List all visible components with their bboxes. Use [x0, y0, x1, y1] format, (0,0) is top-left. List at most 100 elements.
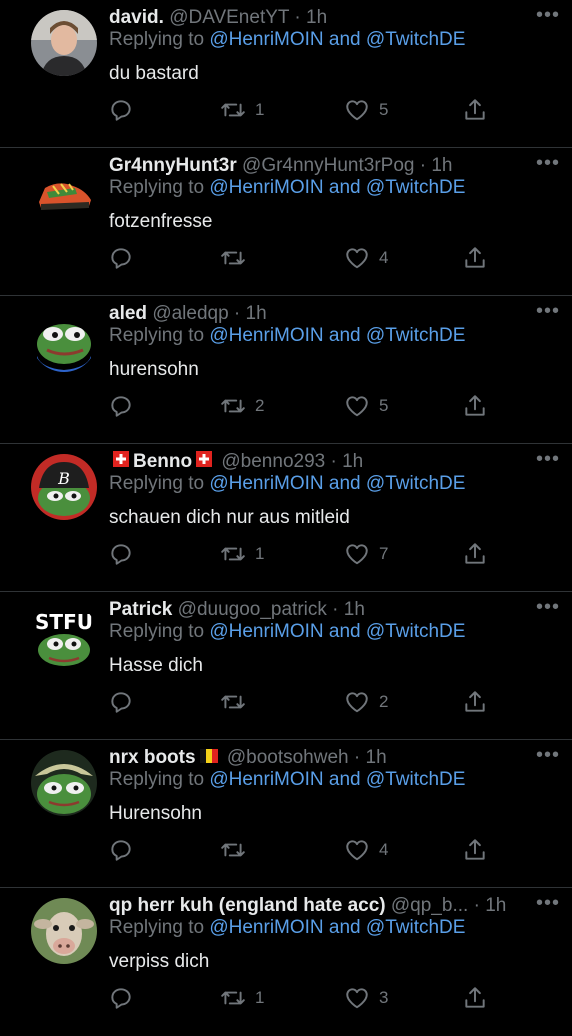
avatar[interactable]	[31, 306, 97, 372]
retweet-button[interactable]: 1	[220, 97, 264, 123]
like-count: 2	[379, 692, 389, 711]
tweet-actions: 1 5	[108, 97, 488, 127]
reply-icon	[111, 988, 131, 1009]
more-options-icon[interactable]: •••	[536, 892, 560, 915]
separator: ·	[289, 7, 307, 28]
share-button[interactable]	[462, 541, 488, 567]
replying-to: Replying to @HenriMOIN and @TwitchDE	[109, 621, 465, 643]
more-options-icon[interactable]: •••	[536, 4, 560, 27]
mention-link[interactable]: @HenriMOIN	[209, 177, 323, 198]
more-options-icon[interactable]: •••	[536, 448, 560, 471]
display-name[interactable]: david.	[109, 7, 164, 28]
avatar[interactable]: STFU	[31, 602, 97, 668]
reply-button[interactable]	[108, 837, 143, 863]
display-name[interactable]: qp herr kuh (england hate acc)	[109, 895, 386, 916]
reply-button[interactable]	[108, 689, 143, 715]
mention-and: and	[328, 325, 361, 346]
mention-link[interactable]: @HenriMOIN	[209, 769, 323, 790]
tweet[interactable]: nrx boots @bootsohweh · 1h ••• Replying …	[0, 740, 572, 888]
display-name[interactable]: aled	[109, 303, 147, 324]
mention-link[interactable]: @TwitchDE	[366, 29, 466, 50]
replying-to: Replying to @HenriMOIN and @TwitchDE	[109, 473, 465, 495]
retweet-button[interactable]	[220, 689, 255, 715]
retweet-button[interactable]	[220, 837, 255, 863]
timestamp[interactable]: 1h	[431, 155, 452, 176]
mention-link[interactable]: @TwitchDE	[366, 473, 466, 494]
reply-button[interactable]	[108, 245, 143, 271]
mention-link[interactable]: @TwitchDE	[366, 325, 466, 346]
like-button[interactable]: 7	[344, 541, 388, 567]
user-handle[interactable]: @aledqp	[152, 303, 228, 324]
reply-icon	[111, 100, 131, 121]
replying-to: Replying to @HenriMOIN and @TwitchDE	[109, 177, 465, 199]
share-button[interactable]	[462, 689, 488, 715]
avatar[interactable]	[31, 898, 97, 964]
timestamp[interactable]: 1h	[485, 895, 506, 916]
user-handle[interactable]: @bootsohweh	[227, 747, 349, 768]
share-button[interactable]	[462, 837, 488, 863]
mention-link[interactable]: @HenriMOIN	[209, 473, 323, 494]
reply-button[interactable]	[108, 985, 143, 1011]
user-handle[interactable]: @qp_b...	[391, 895, 468, 916]
timestamp[interactable]: 1h	[306, 7, 327, 28]
user-handle[interactable]: @duugoo_patrick	[178, 599, 327, 620]
share-button[interactable]	[462, 97, 488, 123]
user-handle[interactable]: @DAVEnetYT	[169, 7, 289, 28]
like-button[interactable]: 4	[344, 837, 388, 863]
reply-button[interactable]	[108, 541, 143, 567]
tweet[interactable]: Gr4nnyHunt3r @Gr4nnyHunt3rPog · 1h ••• R…	[0, 148, 572, 296]
display-name[interactable]: Gr4nnyHunt3r	[109, 155, 237, 176]
tweet-actions: 4	[108, 837, 488, 867]
like-button[interactable]: 2	[344, 689, 388, 715]
share-button[interactable]	[462, 393, 488, 419]
avatar[interactable]	[31, 750, 97, 816]
like-button[interactable]: 3	[344, 985, 388, 1011]
avatar[interactable]: B	[31, 454, 97, 520]
timestamp[interactable]: 1h	[366, 747, 387, 768]
avatar[interactable]	[31, 10, 97, 76]
like-button[interactable]: 5	[344, 97, 388, 123]
retweet-button[interactable]: 2	[220, 393, 264, 419]
mention-link[interactable]: @HenriMOIN	[209, 621, 323, 642]
retweet-button[interactable]	[220, 245, 255, 271]
reply-button[interactable]	[108, 393, 143, 419]
mention-link[interactable]: @TwitchDE	[366, 621, 466, 642]
mention-link[interactable]: @HenriMOIN	[209, 917, 323, 938]
separator: ·	[468, 895, 486, 916]
more-options-icon[interactable]: •••	[536, 744, 560, 767]
reply-button[interactable]	[108, 97, 143, 123]
mention-link[interactable]: @TwitchDE	[366, 769, 466, 790]
display-name[interactable]: nrx boots	[109, 747, 196, 768]
timestamp[interactable]: 1h	[342, 451, 363, 472]
retweet-button[interactable]: 1	[220, 541, 264, 567]
more-options-icon[interactable]: •••	[536, 596, 560, 619]
display-name[interactable]: Patrick	[109, 599, 172, 620]
mention-link[interactable]: @HenriMOIN	[209, 325, 323, 346]
like-button[interactable]: 5	[344, 393, 388, 419]
share-icon	[465, 395, 485, 416]
user-handle[interactable]: @benno293	[221, 451, 325, 472]
mention-link[interactable]: @HenriMOIN	[209, 29, 323, 50]
reply-icon	[111, 544, 131, 565]
tweet[interactable]: B Benno @benno293 · 1h ••• Replying to @…	[0, 444, 572, 592]
display-name[interactable]: Benno	[133, 451, 192, 472]
mention-link[interactable]: @TwitchDE	[366, 917, 466, 938]
more-options-icon[interactable]: •••	[536, 152, 560, 175]
tweet[interactable]: qp herr kuh (england hate acc) @qp_b... …	[0, 888, 572, 1036]
replying-to-label: Replying to	[109, 29, 205, 50]
tweet-header: nrx boots @bootsohweh · 1h	[109, 746, 387, 770]
retweet-button[interactable]: 1	[220, 985, 264, 1011]
separator: ·	[348, 747, 366, 769]
user-handle[interactable]: @Gr4nnyHunt3rPog	[242, 155, 414, 176]
tweet[interactable]: david. @DAVEnetYT · 1h ••• Replying to @…	[0, 0, 572, 148]
timestamp[interactable]: 1h	[246, 303, 267, 324]
tweet[interactable]: STFU Patrick @duugoo_patrick · 1h ••• Re…	[0, 592, 572, 740]
avatar[interactable]	[31, 158, 97, 224]
share-button[interactable]	[462, 985, 488, 1011]
timestamp[interactable]: 1h	[344, 599, 365, 620]
more-options-icon[interactable]: •••	[536, 300, 560, 323]
like-button[interactable]: 4	[344, 245, 388, 271]
tweet[interactable]: aled @aledqp · 1h ••• Replying to @Henri…	[0, 296, 572, 444]
mention-link[interactable]: @TwitchDE	[366, 177, 466, 198]
share-button[interactable]	[462, 245, 488, 271]
